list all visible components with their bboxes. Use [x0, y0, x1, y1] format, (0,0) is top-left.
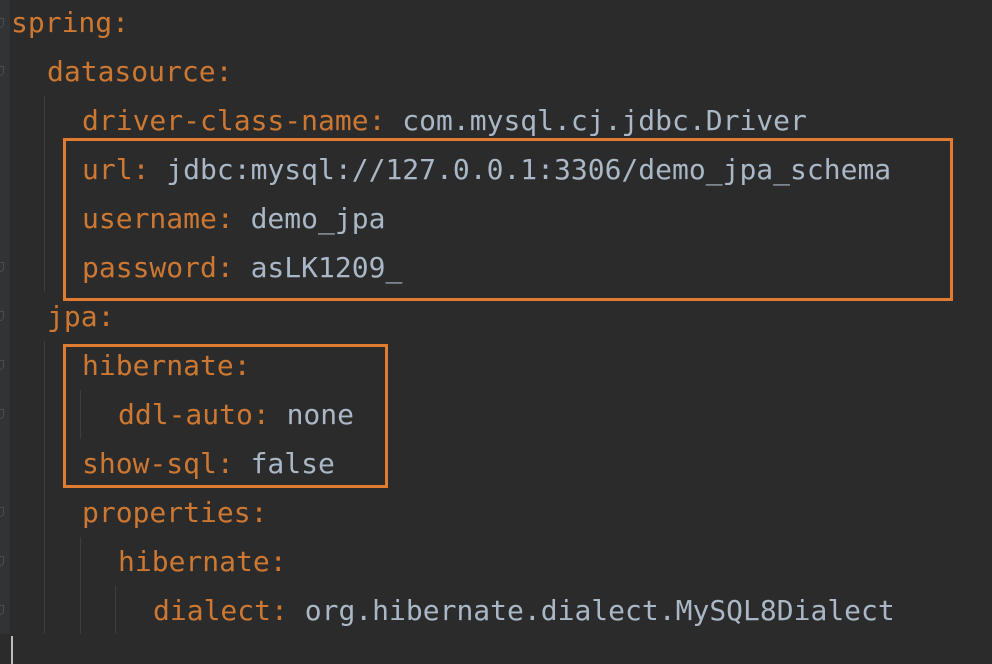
colon: :: [250, 496, 268, 529]
yaml-value: com.mysql.cj.jdbc.Driver: [402, 104, 807, 137]
fold-marker-icon[interactable]: [0, 66, 4, 76]
yaml-key: dialect: [153, 594, 272, 627]
colon: :: [269, 545, 287, 578]
fold-marker-icon[interactable]: [0, 409, 4, 419]
yaml-key: jpa: [47, 300, 98, 333]
code-line[interactable]: datasource:: [11, 47, 232, 96]
yaml-key: driver-class-name: [82, 104, 369, 137]
fold-marker-icon[interactable]: [0, 311, 4, 321]
colon: :: [215, 55, 233, 88]
colon: :: [271, 594, 288, 627]
text-cursor: [11, 636, 13, 664]
code-line[interactable]: properties:: [11, 488, 267, 537]
editor-gutter: [0, 0, 10, 664]
yaml-value: org.hibernate.dialect.MySQL8Dialect: [304, 594, 895, 627]
yaml-key: properties: [82, 496, 251, 529]
yaml-key: datasource: [47, 55, 216, 88]
colon: :: [368, 104, 386, 137]
code-line[interactable]: dialect: org.hibernate.dialect.MySQL8Dia…: [11, 586, 895, 635]
hibernate-settings-highlight: [63, 344, 388, 488]
colon: :: [112, 6, 130, 39]
code-line[interactable]: hibernate:: [11, 537, 287, 586]
fold-marker-icon[interactable]: [0, 605, 4, 615]
fold-marker-icon[interactable]: [0, 556, 4, 566]
yaml-key: spring: [11, 6, 113, 39]
yaml-key: hibernate: [118, 545, 270, 578]
fold-marker-icon[interactable]: [0, 18, 4, 28]
code-line[interactable]: spring:: [11, 0, 129, 47]
fold-marker-icon[interactable]: [0, 360, 4, 370]
colon: :: [97, 300, 115, 333]
yaml-editor[interactable]: spring: datasource: driver-class-name: c…: [0, 0, 992, 664]
connection-settings-highlight: [63, 138, 953, 301]
editor-bottom-area: [0, 634, 992, 664]
fold-marker-icon[interactable]: [0, 507, 4, 517]
fold-marker-icon[interactable]: [0, 262, 4, 272]
